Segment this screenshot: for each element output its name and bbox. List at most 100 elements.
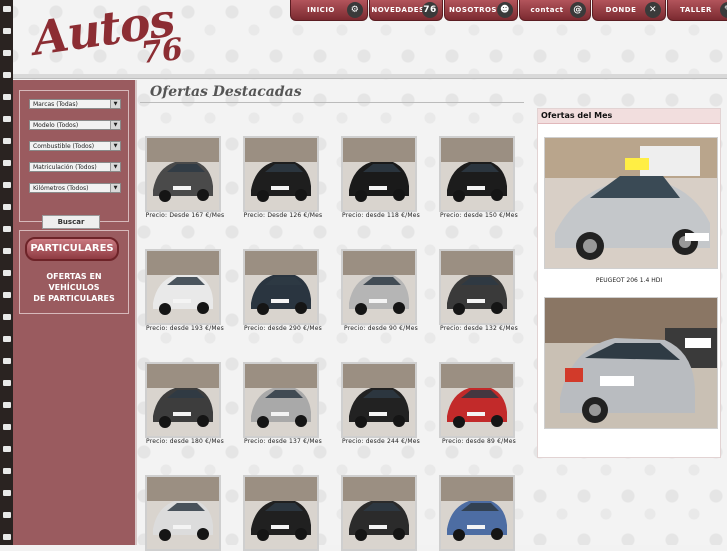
car-photo[interactable] bbox=[341, 475, 417, 551]
car-photo[interactable] bbox=[439, 136, 515, 212]
at-icon: @ bbox=[570, 2, 586, 18]
film-hole bbox=[3, 28, 11, 34]
film-hole bbox=[3, 534, 11, 540]
filter-label: Marcas (Todas) bbox=[33, 101, 78, 108]
car-card[interactable] bbox=[243, 475, 323, 551]
film-hole bbox=[3, 292, 11, 298]
wrench-icon: ✎ bbox=[720, 2, 727, 18]
film-hole bbox=[3, 182, 11, 188]
car-card[interactable]: Precio: desde 290 €/Mes bbox=[243, 249, 323, 332]
monthly-offers-title: Ofertas del Mes bbox=[538, 109, 720, 124]
film-hole bbox=[3, 402, 11, 408]
car-photo[interactable] bbox=[145, 136, 221, 212]
car-price[interactable]: Precio: desde 89 €/Mes bbox=[439, 438, 519, 445]
filter-label: Modelo (Todos) bbox=[33, 122, 79, 129]
film-hole bbox=[3, 160, 11, 166]
filter-select[interactable]: Kilómetros (Todos) ▼ bbox=[29, 183, 121, 193]
monthly-offers-panel: Ofertas del Mes PEUGEOT 206 1.4 HDI bbox=[537, 108, 721, 458]
car-card[interactable] bbox=[341, 475, 421, 551]
car-photo[interactable] bbox=[439, 249, 515, 325]
nav-label: NOSOTROS bbox=[449, 6, 497, 14]
film-hole bbox=[3, 314, 11, 320]
nav-donde-button[interactable]: DONDE ✕ bbox=[592, 0, 666, 21]
search-button[interactable]: Buscar bbox=[42, 215, 100, 229]
car-photo[interactable] bbox=[439, 362, 515, 438]
particulares-link[interactable]: OFERTAS EN VEHÍCULOS DE PARTICULARES bbox=[20, 271, 128, 304]
car-price[interactable]: Precio: desde 290 €/Mes bbox=[243, 325, 323, 332]
car-price[interactable]: Precio: desde 193 €/Mes bbox=[145, 325, 225, 332]
offer-caption[interactable]: PEUGEOT 206 1.4 HDI bbox=[538, 277, 720, 284]
car-photo[interactable] bbox=[439, 475, 515, 551]
film-hole bbox=[3, 204, 11, 210]
car-price[interactable]: Precio: desde 244 €/Mes bbox=[341, 438, 421, 445]
filter-select[interactable]: Combustible (Todos) ▼ bbox=[29, 141, 121, 151]
film-hole bbox=[3, 226, 11, 232]
car-price[interactable]: Precio: desde 90 €/Mes bbox=[341, 325, 421, 332]
car-card[interactable] bbox=[145, 475, 225, 551]
car-price[interactable]: Precio: desde 137 €/Mes bbox=[243, 438, 323, 445]
car-card[interactable]: Precio: desde 132 €/Mes bbox=[439, 249, 519, 332]
filter-select[interactable]: Modelo (Todos) ▼ bbox=[29, 120, 121, 130]
car-photo[interactable] bbox=[341, 362, 417, 438]
chevron-down-icon: ▼ bbox=[110, 121, 120, 129]
film-hole bbox=[3, 336, 11, 342]
film-hole bbox=[3, 490, 11, 496]
car-card[interactable]: Precio: desde 193 €/Mes bbox=[145, 249, 225, 332]
nav-novedades-button[interactable]: NOVEDADES 76 bbox=[369, 0, 443, 21]
car-photo[interactable] bbox=[243, 362, 319, 438]
nav-label: contact bbox=[530, 6, 564, 14]
nav-contact-button[interactable]: contact @ bbox=[519, 0, 591, 21]
particulares-button[interactable]: PARTICULARES bbox=[25, 237, 119, 261]
car-card[interactable]: Precio: Desde 126 €/Mes bbox=[243, 136, 323, 219]
film-strip bbox=[0, 0, 13, 545]
nav-label: INICIO bbox=[307, 6, 335, 14]
car-photo[interactable] bbox=[243, 249, 319, 325]
film-hole bbox=[3, 380, 11, 386]
film-hole bbox=[3, 424, 11, 430]
car-card[interactable]: Precio: desde 137 €/Mes bbox=[243, 362, 323, 445]
film-hole bbox=[3, 138, 11, 144]
car-card[interactable]: Precio: desde 150 €/Mes bbox=[439, 136, 519, 219]
car-photo[interactable] bbox=[145, 362, 221, 438]
car-photo[interactable] bbox=[341, 249, 417, 325]
nav-label: TALLER bbox=[680, 6, 712, 14]
nav-label: NOVEDADES bbox=[371, 6, 425, 14]
car-card[interactable] bbox=[439, 475, 519, 551]
film-hole bbox=[3, 468, 11, 474]
top-nav: INICIO ⚙ NOVEDADES 76 NOSOTROS ☻ contact @ DONDE… bbox=[290, 0, 727, 22]
car-card[interactable]: Precio: desde 118 €/Mes bbox=[341, 136, 421, 219]
car-card[interactable]: Precio: desde 89 €/Mes bbox=[439, 362, 519, 445]
film-hole bbox=[3, 72, 11, 78]
car-photo[interactable] bbox=[145, 249, 221, 325]
offer-photo-rear[interactable] bbox=[544, 297, 718, 429]
car-card[interactable]: Precio: Desde 167 €/Mes bbox=[145, 136, 225, 219]
car-price[interactable]: Precio: Desde 126 €/Mes bbox=[243, 212, 323, 219]
site-logo[interactable]: Autos 76 bbox=[29, 0, 193, 71]
car-photo[interactable] bbox=[243, 475, 319, 551]
car-price[interactable]: Precio: desde 118 €/Mes bbox=[341, 212, 421, 219]
car-photo[interactable] bbox=[341, 136, 417, 212]
car-card[interactable]: Precio: desde 244 €/Mes bbox=[341, 362, 421, 445]
chevron-down-icon: ▼ bbox=[110, 163, 120, 171]
car-card[interactable]: Precio: desde 90 €/Mes bbox=[341, 249, 421, 332]
car-photo[interactable] bbox=[243, 136, 319, 212]
filter-select[interactable]: Matriculación (Todos) ▼ bbox=[29, 162, 121, 172]
page-title: Ofertas Destacadas bbox=[150, 84, 302, 100]
car-price[interactable]: Precio: desde 150 €/Mes bbox=[439, 212, 519, 219]
car-photo[interactable] bbox=[145, 475, 221, 551]
car-price[interactable]: Precio: desde 180 €/Mes bbox=[145, 438, 225, 445]
nav-label: DONDE bbox=[605, 6, 637, 14]
car-price[interactable]: Precio: Desde 167 €/Mes bbox=[145, 212, 225, 219]
nav-nosotros-button[interactable]: NOSOTROS ☻ bbox=[444, 0, 518, 21]
badge-76-icon: 76 bbox=[422, 2, 438, 18]
film-hole bbox=[3, 116, 11, 122]
particulares-panel: PARTICULARES OFERTAS EN VEHÍCULOS DE PAR… bbox=[19, 230, 129, 314]
nav-inicio-button[interactable]: INICIO ⚙ bbox=[290, 0, 368, 21]
car-price[interactable]: Precio: desde 132 €/Mes bbox=[439, 325, 519, 332]
nav-taller-button[interactable]: TALLER ✎ bbox=[667, 0, 727, 21]
road-icon: ✕ bbox=[645, 2, 661, 18]
search-filters: Kilómetros (Todos) ▼ Matriculación (Todos)… bbox=[19, 90, 129, 229]
car-card[interactable]: Precio: desde 180 €/Mes bbox=[145, 362, 225, 445]
filter-select[interactable]: Marcas (Todas) ▼ bbox=[29, 99, 121, 109]
offer-photo-front[interactable] bbox=[544, 137, 718, 269]
